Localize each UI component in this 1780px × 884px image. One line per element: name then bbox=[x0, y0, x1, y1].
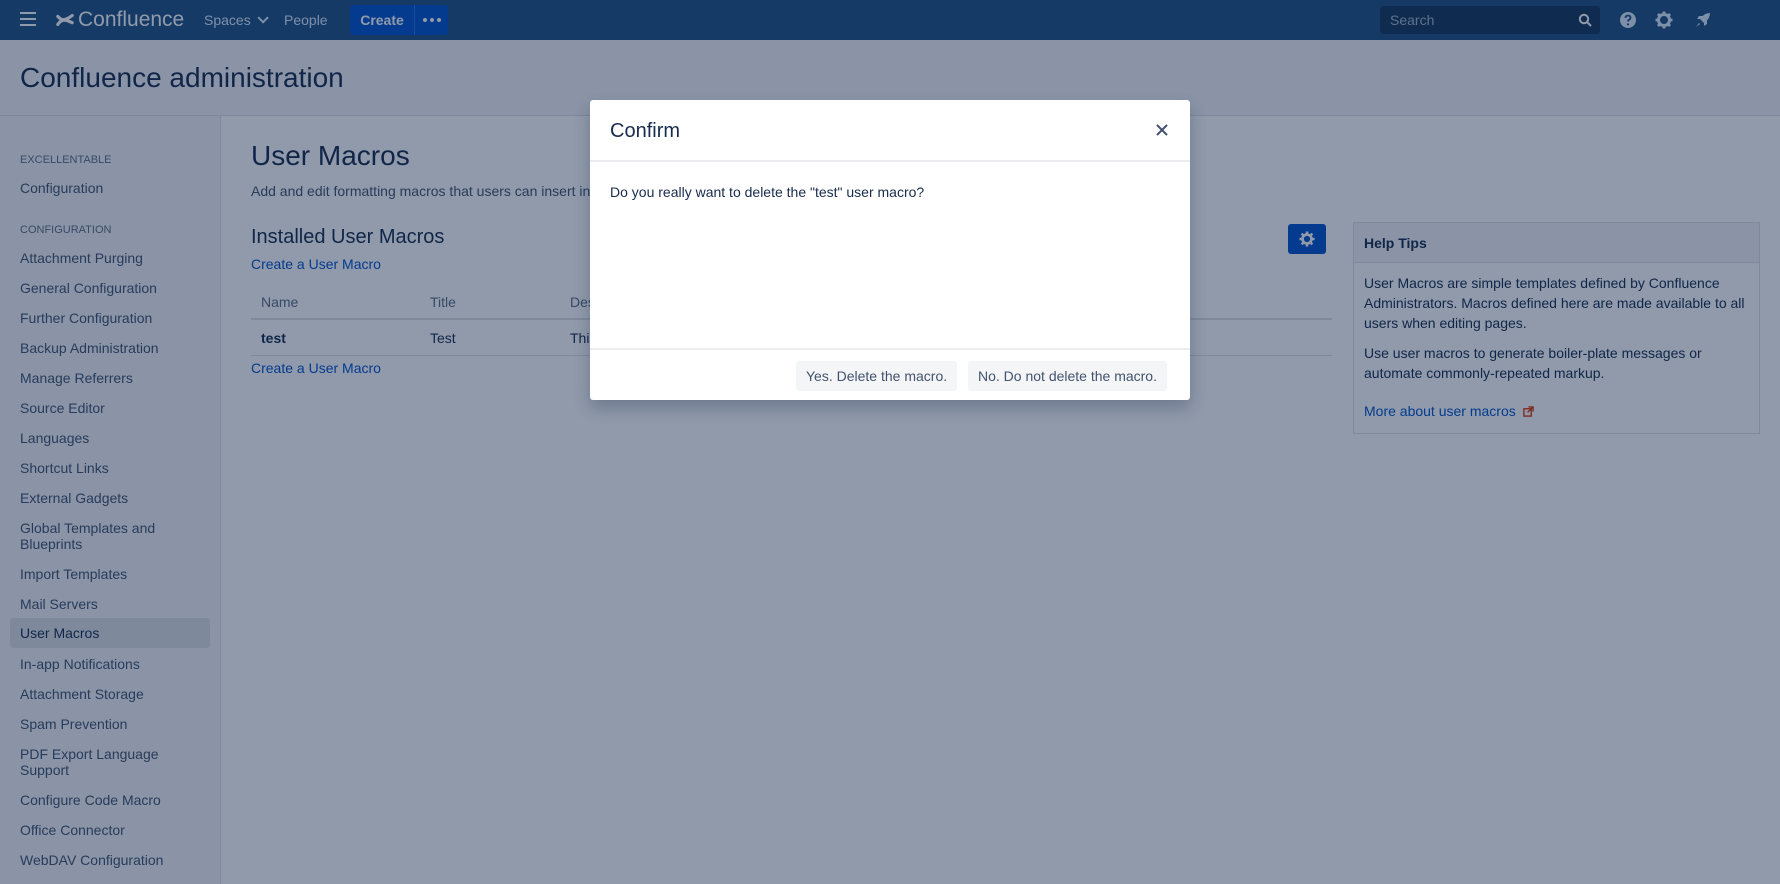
confirm-dialog: Confirm Do you really want to delete the… bbox=[590, 100, 1190, 400]
dialog-message: Do you really want to delete the "test" … bbox=[610, 184, 925, 200]
dialog-title: Confirm bbox=[610, 120, 681, 142]
confirm-delete-button[interactable]: Yes. Delete the macro. bbox=[796, 361, 958, 391]
cancel-delete-button[interactable]: No. Do not delete the macro. bbox=[968, 361, 1167, 391]
close-icon[interactable] bbox=[1154, 122, 1170, 138]
dialog-header: Confirm bbox=[590, 100, 1190, 162]
dialog-footer: Yes. Delete the macro. No. Do not delete… bbox=[590, 348, 1190, 398]
